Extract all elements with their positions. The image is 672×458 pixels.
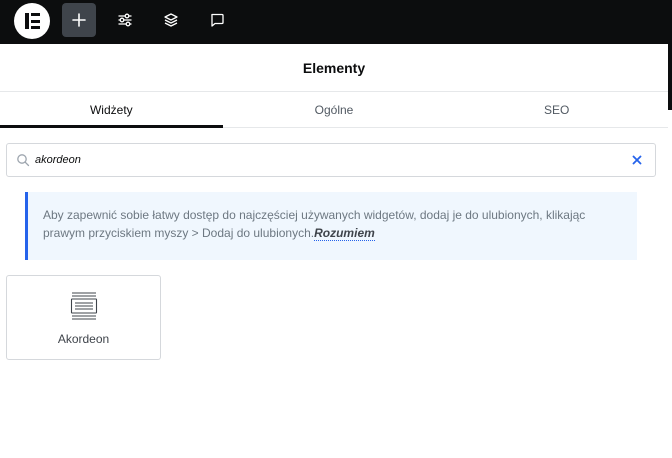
- search-input[interactable]: [35, 150, 615, 170]
- panel-title: Elementy: [0, 44, 668, 92]
- tab-label: Widżety: [89, 102, 133, 117]
- tab-label: SEO: [544, 102, 570, 117]
- widget-search: [6, 143, 656, 177]
- logo-bar: [31, 19, 40, 23]
- tab-widgets[interactable]: Widżety: [0, 92, 223, 128]
- favorites-notice: Aby zapewnić sobie łatwy dostęp do najcz…: [25, 192, 637, 260]
- logo-bar: [31, 13, 40, 16]
- accordion-icon: [70, 292, 98, 320]
- notes-button[interactable]: [200, 3, 234, 37]
- structure-button[interactable]: [154, 3, 188, 37]
- logo-bar: [25, 13, 29, 29]
- tab-general[interactable]: Ogólne: [223, 92, 446, 127]
- add-element-button[interactable]: [62, 3, 96, 37]
- editor-topbar: [0, 0, 672, 44]
- panel-tabs: Widżety Ogólne SEO: [0, 92, 668, 128]
- panel-title-text: Elementy: [302, 59, 366, 76]
- search-icon: [17, 154, 30, 167]
- tab-label: Ogólne: [314, 102, 354, 117]
- layers-icon: [164, 13, 178, 27]
- site-settings-button[interactable]: [108, 3, 142, 37]
- elementor-logo[interactable]: [14, 3, 50, 39]
- comment-icon: [211, 13, 224, 27]
- widget-label: Akordeon: [57, 332, 110, 346]
- close-icon[interactable]: [631, 154, 643, 166]
- plus-icon: [72, 13, 86, 27]
- dismiss-notice-link[interactable]: Rozumiem: [314, 226, 375, 241]
- sliders-icon: [118, 13, 132, 27]
- logo-bar: [31, 26, 40, 29]
- tab-seo[interactable]: SEO: [445, 92, 668, 127]
- scrollbar[interactable]: [668, 44, 672, 110]
- widget-card-accordion[interactable]: Akordeon: [6, 275, 161, 360]
